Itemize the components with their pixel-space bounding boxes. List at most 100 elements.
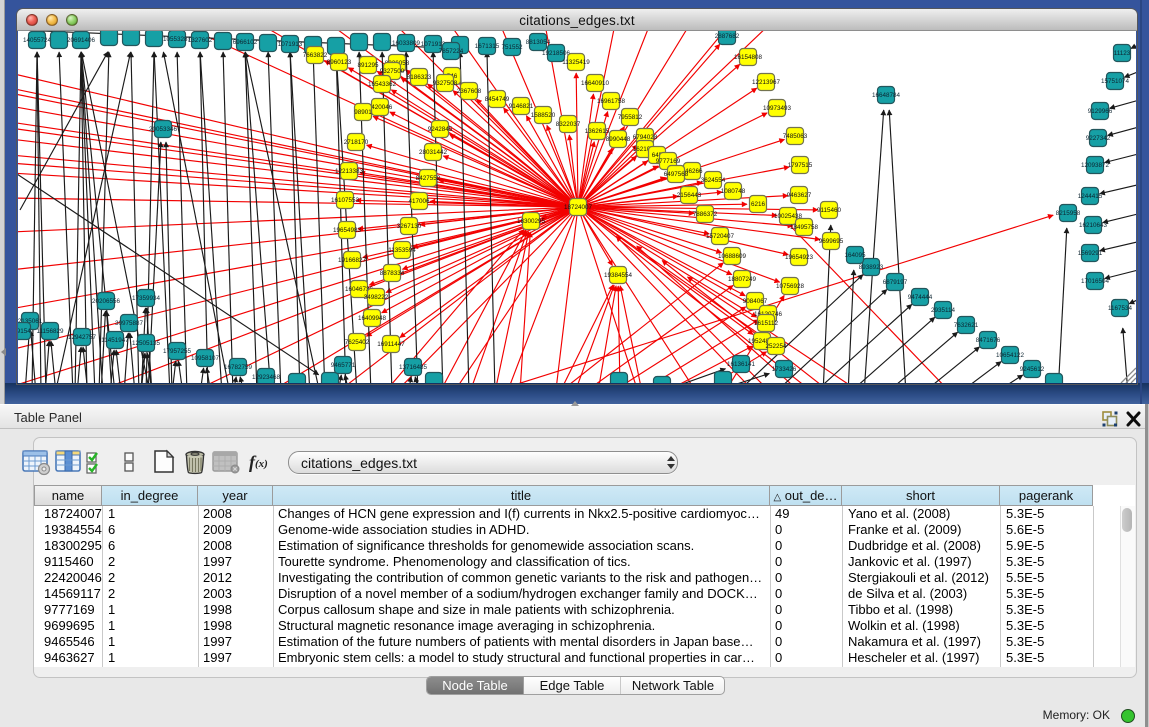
svg-text:751552: 751552 [501, 44, 523, 51]
svg-text:20206556: 20206556 [92, 298, 121, 305]
svg-text:9327500: 9327500 [380, 68, 405, 75]
svg-text:(x): (x) [255, 458, 268, 470]
svg-text:16210643: 16210643 [1079, 222, 1108, 229]
svg-text:16911447: 16911447 [377, 341, 405, 348]
svg-text:6497568: 6497568 [664, 171, 689, 178]
svg-text:2935114: 2935114 [931, 307, 956, 314]
svg-text:8878334: 8878334 [380, 270, 405, 277]
svg-text:16136141: 16136141 [727, 361, 756, 368]
svg-text:14055724: 14055724 [23, 37, 52, 44]
svg-text:10688609: 10688609 [718, 253, 747, 260]
svg-text:28031442: 28031442 [419, 149, 448, 156]
svg-text:1671315: 1671315 [475, 43, 500, 50]
svg-text:20691406: 20691406 [67, 37, 96, 44]
svg-text:8938923: 8938923 [859, 264, 884, 271]
svg-text:8215958: 8215958 [1056, 210, 1081, 217]
svg-text:12505135: 12505135 [132, 340, 161, 347]
svg-text:39154: 39154 [18, 328, 31, 335]
svg-text:6216: 6216 [751, 201, 766, 208]
svg-text:17016504: 17016504 [1081, 278, 1110, 285]
svg-text:19654983: 19654983 [333, 227, 362, 234]
svg-text:417006: 417006 [408, 198, 430, 205]
svg-text:9327508: 9327508 [433, 80, 458, 87]
svg-text:9115460: 9115460 [817, 207, 842, 214]
svg-text:9465771: 9465771 [331, 362, 356, 369]
svg-text:3267130: 3267130 [397, 223, 422, 230]
svg-text:9084067: 9084067 [743, 298, 768, 305]
svg-text:12093872: 12093872 [1081, 162, 1110, 169]
svg-text:1569291: 1569291 [1078, 250, 1103, 257]
svg-text:8454749: 8454749 [485, 96, 510, 103]
svg-text:10958107: 10958107 [191, 355, 220, 362]
svg-text:19654923: 19654923 [785, 254, 814, 261]
svg-text:9463627: 9463627 [787, 192, 812, 199]
svg-text:6879197: 6879197 [883, 279, 908, 286]
svg-text:13716485: 13716485 [399, 364, 428, 371]
svg-text:8471676: 8471676 [976, 337, 1001, 344]
svg-text:9777169: 9777169 [656, 158, 681, 165]
svg-text:1588520: 1588520 [531, 112, 556, 119]
svg-text:9146821: 9146821 [509, 103, 534, 110]
svg-text:11123: 11123 [1114, 50, 1131, 57]
svg-text:18807249: 18807249 [728, 276, 757, 283]
svg-text:9227342: 9227342 [1086, 135, 1111, 142]
svg-text:19166827: 19166827 [338, 257, 367, 264]
svg-text:17359934: 17359934 [132, 295, 161, 302]
svg-text:1615112: 1615112 [754, 320, 779, 327]
svg-text:7955812: 7955812 [618, 114, 643, 121]
svg-text:18495758: 18495758 [790, 224, 819, 231]
svg-text:19384554: 19384554 [604, 272, 633, 279]
svg-text:1733426: 1733426 [772, 366, 797, 373]
svg-text:2887682: 2887682 [715, 33, 740, 40]
svg-text:8186323: 8186323 [407, 74, 432, 81]
svg-text:98901: 98901 [354, 109, 372, 116]
svg-text:891295: 891295 [357, 62, 379, 69]
svg-text:9129966: 9129966 [1088, 108, 1113, 115]
svg-text:8427552: 8427552 [416, 175, 441, 182]
svg-text:9242845: 9242845 [428, 126, 453, 133]
svg-text:1327602: 1327602 [188, 37, 213, 44]
svg-text:1071913: 1071913 [278, 41, 303, 48]
svg-text:2367608: 2367608 [457, 88, 482, 95]
svg-text:1797515: 1797515 [788, 162, 813, 169]
svg-text:16961758: 16961758 [597, 98, 626, 105]
svg-text:11353594: 11353594 [388, 247, 416, 254]
svg-text:8322037: 8322037 [556, 121, 581, 128]
svg-text:1080748: 1080748 [721, 188, 746, 195]
svg-text:9245612: 9245612 [1020, 366, 1045, 373]
svg-text:15751074: 15751074 [1101, 78, 1130, 85]
svg-text:10973493: 10973493 [763, 105, 792, 112]
svg-text:7886372: 7886372 [693, 211, 718, 218]
svg-text:3624554: 3624554 [701, 177, 726, 184]
svg-text:11156829: 11156829 [36, 328, 64, 335]
svg-text:7625402: 7625402 [345, 339, 370, 346]
svg-text:7485063: 7485063 [783, 133, 808, 140]
svg-text:7857224: 7857224 [439, 48, 464, 55]
svg-text:30975887: 30975887 [115, 320, 144, 327]
svg-text:8813054: 8813054 [526, 39, 551, 46]
svg-text:10756928: 10756928 [776, 283, 805, 290]
svg-text:12942757: 12942757 [68, 334, 97, 341]
svg-text:16033809: 16033809 [392, 40, 421, 47]
svg-text:7663822: 7663822 [303, 52, 328, 59]
svg-text:18300295: 18300295 [517, 218, 546, 225]
svg-text:3498222: 3498222 [364, 294, 389, 301]
svg-text:1167534: 1167534 [1108, 305, 1133, 312]
svg-text:2156443: 2156443 [677, 192, 702, 199]
svg-text:12923468: 12923468 [252, 374, 281, 381]
svg-text:9474444: 9474444 [908, 294, 933, 301]
svg-text:9699695: 9699695 [819, 238, 844, 245]
svg-text:10654122: 10654122 [996, 352, 1025, 359]
svg-text:20053346: 20053346 [149, 126, 178, 133]
svg-text:16107553: 16107553 [331, 197, 360, 204]
svg-text:17957255: 17957255 [163, 348, 192, 355]
svg-text:16154808: 16154808 [734, 54, 763, 61]
svg-text:1362615: 1362615 [585, 128, 610, 135]
svg-text:6966102: 6966102 [233, 39, 258, 46]
svg-text:252254: 252254 [765, 343, 787, 350]
svg-text:16782759: 16782759 [224, 364, 253, 371]
svg-text:164095: 164095 [844, 252, 866, 259]
svg-text:16409948: 16409948 [358, 315, 387, 322]
svg-text:19218506: 19218506 [542, 50, 571, 57]
svg-text:11325419: 11325419 [562, 59, 590, 66]
